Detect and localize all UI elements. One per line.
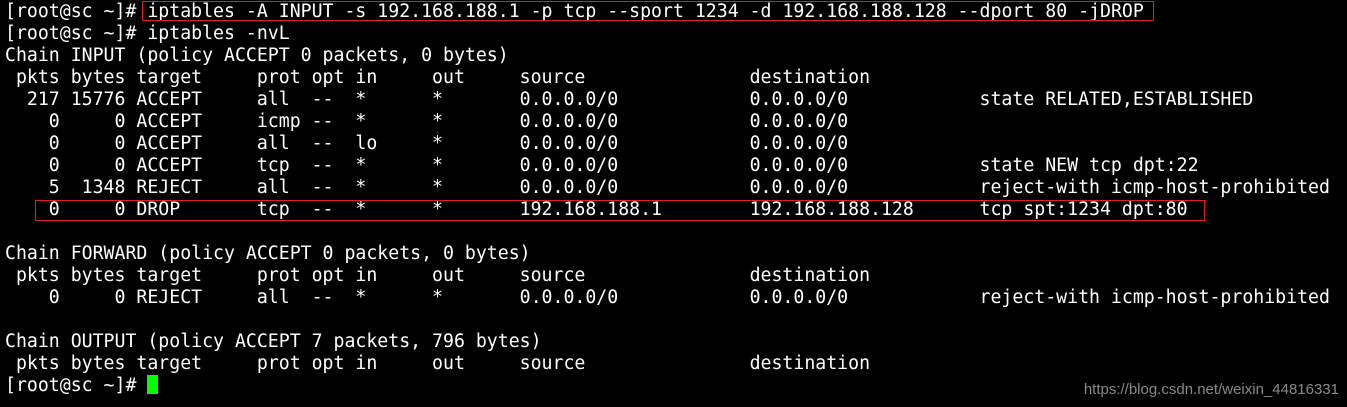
input-rule-row: 0 0 ACCEPT all -- lo * 0.0.0.0/0 0.0.0.0… <box>5 133 849 154</box>
input-rule-row: 0 0 ACCEPT icmp -- * * 0.0.0.0/0 0.0.0.0… <box>5 111 849 132</box>
input-rule-row: 217 15776 ACCEPT all -- * * 0.0.0.0/0 0.… <box>5 89 1254 110</box>
terminal-window[interactable]: [root@sc ~]# iptables -A INPUT -s 192.16… <box>5 1 1345 397</box>
command-line-2: [root@sc ~]# iptables -nvL <box>5 23 1345 45</box>
input-chain-header: pkts bytes target prot opt in out source… <box>5 67 871 88</box>
input-rule-row: 0 0 ACCEPT tcp -- * * 0.0.0.0/0 0.0.0.0/… <box>5 155 1199 176</box>
forward-chain-header: pkts bytes target prot opt in out source… <box>5 265 871 286</box>
input-rule-row: 5 1348 REJECT all -- * * 0.0.0.0/0 0.0.0… <box>5 177 1330 198</box>
output-chain-title: Chain OUTPUT (policy ACCEPT 7 packets, 7… <box>5 331 542 352</box>
prompt: [root@sc ~]# <box>5 23 148 44</box>
iptables-list-command: iptables -nvL <box>147 23 290 44</box>
drop-rule-highlight-box <box>35 200 1205 221</box>
forward-chain-title: Chain FORWARD (policy ACCEPT 0 packets, … <box>5 243 531 264</box>
prompt: [root@sc ~]# <box>5 375 148 396</box>
forward-rule-row: 0 0 REJECT all -- * * 0.0.0.0/0 0.0.0.0/… <box>5 287 1330 308</box>
command-highlight-box <box>142 1 1154 21</box>
terminal-cursor <box>147 375 159 394</box>
output-chain-header: pkts bytes target prot opt in out source… <box>5 353 871 374</box>
watermark: https://blog.csdn.net/weixin_44816331 <box>1083 381 1339 398</box>
input-chain-title: Chain INPUT (policy ACCEPT 0 packets, 0 … <box>5 45 509 66</box>
prompt: [root@sc ~]# <box>5 1 148 22</box>
